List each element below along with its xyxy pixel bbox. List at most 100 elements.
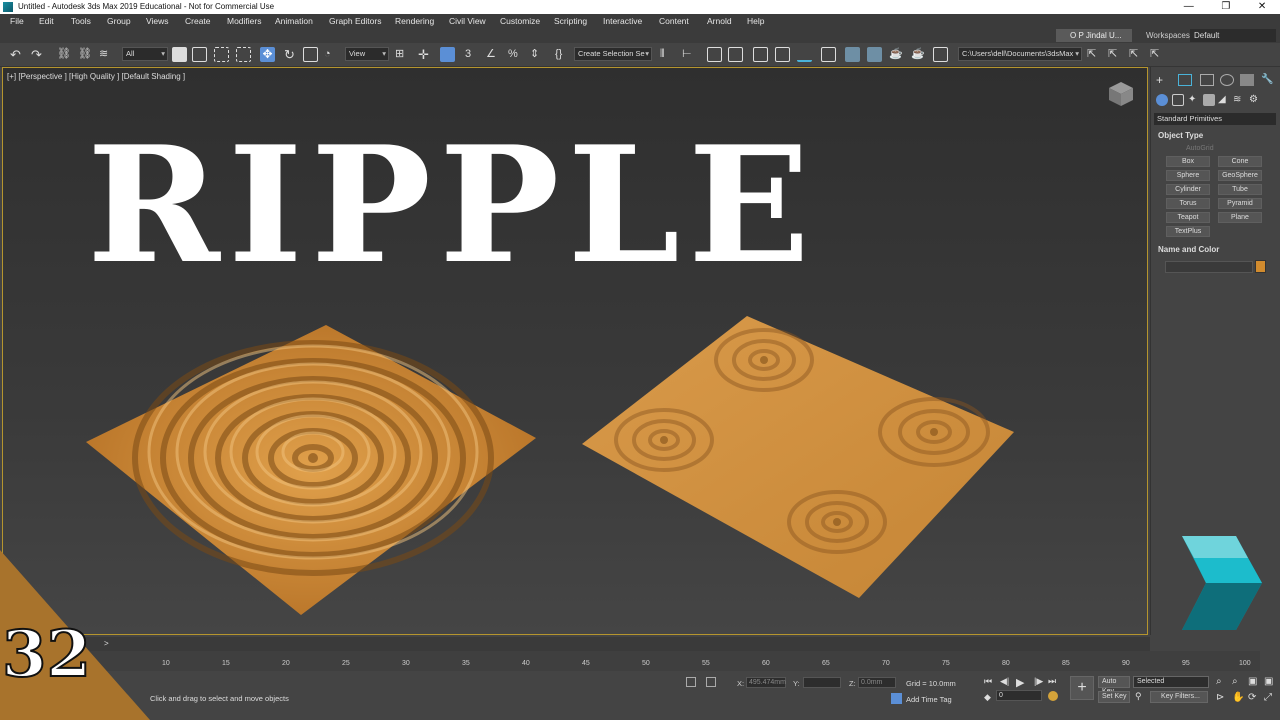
y-coord-input[interactable]	[803, 677, 841, 688]
set-key-button-icon[interactable]: +	[1070, 676, 1094, 700]
object-type-rollout-title[interactable]: Object Type	[1158, 131, 1203, 140]
unlink-icon[interactable]: ⛓	[78, 47, 93, 62]
scene-explorer-icon[interactable]	[707, 47, 722, 62]
set-project-folder-icon[interactable]: ⇱	[1108, 47, 1123, 62]
selection-set-dropdown[interactable]: Selected	[1133, 676, 1209, 688]
helpers-icon[interactable]: ◢	[1218, 94, 1230, 106]
previous-frame-icon[interactable]: ◀|	[1000, 676, 1009, 687]
select-place-icon[interactable]: ◔	[324, 47, 339, 62]
cylinder-button[interactable]: Cylinder	[1166, 184, 1210, 195]
systems-icon[interactable]: ⚙	[1249, 94, 1261, 106]
render-production-icon[interactable]: ☕	[889, 47, 904, 62]
next-frame-icon[interactable]: |▶	[1034, 676, 1043, 687]
play-icon[interactable]: ▶	[1016, 676, 1024, 689]
schematic-view-icon[interactable]	[797, 47, 812, 62]
select-object-icon[interactable]	[172, 47, 187, 62]
maximize-button[interactable]: ❐	[1221, 0, 1230, 14]
sphere-button[interactable]: Sphere	[1166, 170, 1210, 181]
rendered-frame-window-icon[interactable]	[867, 47, 882, 62]
select-scale-icon[interactable]	[303, 47, 318, 62]
percent-snap-icon[interactable]: %	[508, 47, 523, 62]
maximize-viewport-icon[interactable]: ⤢	[1264, 692, 1272, 703]
bind-space-warp-icon[interactable]: ≋	[99, 47, 114, 62]
pan-view-icon[interactable]: ✋	[1232, 692, 1244, 703]
ripple-plane-concentric[interactable]	[81, 320, 541, 620]
selection-lock-icon[interactable]	[686, 677, 696, 687]
menu-rendering[interactable]: Rendering	[395, 16, 434, 26]
hierarchy-tab-icon[interactable]	[1200, 74, 1214, 86]
project-folder-dropdown[interactable]: C:\Users\dell\Documents\3dsMax	[958, 47, 1082, 61]
menu-tools[interactable]: Tools	[71, 16, 91, 26]
menu-views[interactable]: Views	[146, 16, 169, 26]
zoom-all-icon[interactable]: ⌕	[1232, 676, 1238, 687]
textplus-button[interactable]: TextPlus	[1166, 226, 1210, 237]
time-slider[interactable]: >	[0, 637, 1150, 651]
auto-key-button[interactable]: Auto Key	[1098, 676, 1130, 695]
menu-group[interactable]: Group	[107, 16, 131, 26]
menu-customize[interactable]: Customize	[500, 16, 540, 26]
time-configuration-icon[interactable]	[1048, 691, 1058, 701]
reference-coordinate-dropdown[interactable]: View	[345, 47, 389, 61]
modify-tab-icon[interactable]	[1178, 74, 1192, 86]
mirror-icon[interactable]: ⫴	[660, 47, 675, 62]
select-move-icon[interactable]: ✥	[260, 47, 275, 62]
open-project-icon[interactable]: ⇱	[1129, 47, 1144, 62]
link-icon[interactable]: ⛓	[57, 47, 72, 62]
x-coord-input[interactable]: 495.474mm	[746, 677, 786, 688]
close-button[interactable]: ✕	[1258, 0, 1266, 14]
workspaces-dropdown[interactable]: Default	[1190, 29, 1276, 42]
zoom-extents-all-icon[interactable]: ▣	[1264, 676, 1273, 687]
menu-create[interactable]: Create	[185, 16, 211, 26]
key-mode-toggle-icon[interactable]: ◆	[984, 692, 991, 703]
display-tab-icon[interactable]	[1240, 74, 1254, 86]
menu-arnold[interactable]: Arnold	[707, 16, 732, 26]
minimize-button[interactable]: —	[1184, 0, 1194, 14]
named-selection-sets-dropdown[interactable]: Create Selection Se	[574, 47, 652, 61]
name-color-rollout-title[interactable]: Name and Color	[1158, 245, 1219, 254]
menu-animation[interactable]: Animation	[275, 16, 313, 26]
menu-content[interactable]: Content	[659, 16, 689, 26]
material-editor-icon[interactable]	[821, 47, 836, 62]
shapes-icon[interactable]	[1172, 94, 1184, 106]
edit-named-selection-icon[interactable]: {}	[555, 47, 570, 62]
teapot-button[interactable]: Teapot	[1166, 212, 1210, 223]
menu-graph-editors[interactable]: Graph Editors	[329, 16, 381, 26]
add-time-tag-button[interactable]: Add Time Tag	[906, 695, 952, 704]
window-crossing-icon[interactable]	[236, 47, 251, 62]
space-warps-icon[interactable]: ≋	[1233, 94, 1245, 106]
set-key-toggle-button[interactable]: Set Key	[1098, 691, 1130, 703]
menu-modifiers[interactable]: Modifiers	[227, 16, 261, 26]
spinner-snap-icon[interactable]: ⇕	[530, 47, 545, 62]
menu-interactive[interactable]: Interactive	[603, 16, 642, 26]
torus-button[interactable]: Torus	[1166, 198, 1210, 209]
utilities-tab-icon[interactable]: 🔧	[1261, 74, 1275, 86]
select-by-name-icon[interactable]	[192, 47, 207, 62]
autogrid-checkbox[interactable]: AutoGrid	[1186, 145, 1214, 152]
lights-icon[interactable]: ✦	[1188, 94, 1200, 106]
render-setup-icon[interactable]	[845, 47, 860, 62]
key-filters-button[interactable]: Key Filters...	[1150, 691, 1208, 703]
geometry-icon[interactable]	[1156, 94, 1168, 106]
pivot-center-icon[interactable]: ⊞	[395, 47, 410, 62]
menu-scripting[interactable]: Scripting	[554, 16, 587, 26]
viewcube-icon[interactable]	[1107, 80, 1135, 108]
box-button[interactable]: Box	[1166, 156, 1210, 167]
curve-editor-icon[interactable]	[775, 47, 790, 62]
motion-tab-icon[interactable]	[1220, 74, 1234, 86]
new-project-icon[interactable]: ⇱	[1150, 47, 1165, 62]
z-coord-input[interactable]: 0.0mm	[858, 677, 896, 688]
tube-button[interactable]: Tube	[1218, 184, 1262, 195]
render-in-cloud-icon[interactable]	[933, 47, 948, 62]
cameras-icon[interactable]	[1203, 94, 1215, 106]
cone-button[interactable]: Cone	[1218, 156, 1262, 167]
pyramid-button[interactable]: Pyramid	[1218, 198, 1262, 209]
layer-explorer-icon[interactable]	[728, 47, 743, 62]
zoom-icon[interactable]: ⌕	[1216, 676, 1222, 687]
geosphere-button[interactable]: GeoSphere	[1218, 170, 1262, 181]
field-of-view-icon[interactable]: ⊳	[1216, 692, 1224, 703]
go-to-start-icon[interactable]: ⏮	[984, 676, 992, 687]
undo-icon[interactable]: ↶	[10, 47, 25, 62]
track-bar[interactable]	[0, 651, 1260, 671]
orbit-icon[interactable]: ⟳	[1248, 692, 1256, 703]
perspective-viewport[interactable]: [+] [Perspective ] [High Quality ] [Defa…	[2, 67, 1148, 635]
